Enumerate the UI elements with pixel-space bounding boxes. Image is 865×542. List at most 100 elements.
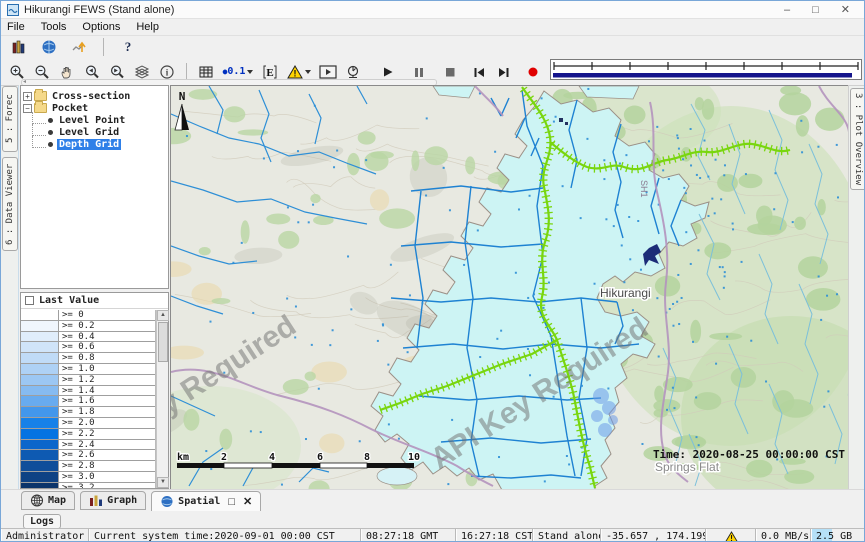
- legend-row[interactable]: >= 1.4: [21, 386, 155, 397]
- layer-tree: + Cross-section − Pocket Level Point: [20, 85, 169, 289]
- legend-label: >= 1.0: [59, 364, 155, 374]
- tab-map[interactable]: Map: [21, 491, 75, 510]
- legend-row[interactable]: >= 1.2: [21, 375, 155, 386]
- legend-row[interactable]: >= 2.4: [21, 440, 155, 451]
- close-button[interactable]: ✕: [841, 2, 850, 18]
- status-warning-cell[interactable]: !: [706, 529, 756, 542]
- profile-chart-icon[interactable]: [69, 37, 89, 57]
- legend-row[interactable]: >= 0: [21, 310, 155, 321]
- legend-label: >= 1.2: [59, 375, 155, 385]
- tab-forecasts[interactable]: 5 : Forec: [2, 86, 18, 152]
- legend-row[interactable]: >= 1.8: [21, 407, 155, 418]
- scrollbar-thumb[interactable]: [158, 322, 168, 362]
- north-label: N: [179, 90, 186, 103]
- legend-swatch: [21, 450, 59, 460]
- step-first-button[interactable]: [469, 62, 489, 82]
- legend-row[interactable]: >= 3.0: [21, 472, 155, 483]
- scroll-up-icon[interactable]: ▲: [157, 310, 169, 321]
- scroll-down-icon[interactable]: ▼: [157, 477, 169, 488]
- legend-swatch: [21, 483, 59, 488]
- tab-data-viewer[interactable]: 6 : Data Viewer: [2, 157, 18, 251]
- tree-item-cross-section[interactable]: + Cross-section: [23, 90, 166, 102]
- legend-row[interactable]: >= 0.6: [21, 342, 155, 353]
- legend-scrollbar[interactable]: ▲ ▼: [156, 310, 168, 488]
- legend-row[interactable]: >= 0.8: [21, 353, 155, 364]
- timeline-progress-bar: [553, 73, 852, 78]
- timeline-slider[interactable]: [550, 59, 862, 85]
- status-download-speed: 0.0 MB/s: [756, 529, 811, 542]
- legend-row[interactable]: >= 3.2: [21, 483, 155, 488]
- bullet-icon: [48, 118, 53, 123]
- step-last-button[interactable]: [494, 62, 514, 82]
- scale-tick: 6: [317, 452, 323, 463]
- maximize-button[interactable]: □: [812, 2, 819, 18]
- folder-icon: [34, 91, 47, 101]
- tree-label[interactable]: Level Grid: [57, 127, 121, 138]
- status-gmt-time: 08:27:18 GMT: [361, 529, 456, 542]
- close-tab-icon[interactable]: ✕: [243, 495, 252, 508]
- legend-row[interactable]: >= 2.0: [21, 418, 155, 429]
- menu-tools[interactable]: Tools: [41, 21, 67, 33]
- app-icon: [7, 4, 19, 16]
- warning-icon: !: [725, 531, 738, 542]
- tree-label[interactable]: Pocket: [50, 103, 90, 114]
- legend-row[interactable]: >= 0.4: [21, 332, 155, 343]
- legend-swatch: [21, 321, 59, 331]
- legend-row[interactable]: >= 2.2: [21, 429, 155, 440]
- legend-swatch: [21, 461, 59, 471]
- legend-swatch: [21, 386, 59, 396]
- last-value-label: Last Value: [39, 295, 99, 306]
- legend-label: >= 1.8: [59, 407, 155, 417]
- legend-label: >= 0.6: [59, 342, 155, 352]
- status-system-time: Current system time:2020-09-01 00:00 CST: [89, 529, 361, 542]
- map-globe-icon[interactable]: [39, 37, 59, 57]
- tab-plot-overview[interactable]: 3 : Plot Overview: [850, 88, 865, 190]
- collapse-icon[interactable]: −: [23, 104, 32, 113]
- main-area: 5 : Forec 6 : Data Viewer + Cross-sectio…: [1, 85, 865, 489]
- tree-label[interactable]: Cross-section: [50, 91, 132, 102]
- menu-help[interactable]: Help: [136, 21, 159, 33]
- tab-graph[interactable]: Graph: [80, 491, 146, 510]
- last-value-checkbox[interactable]: [25, 296, 34, 305]
- tree-label[interactable]: Level Point: [57, 115, 127, 126]
- scale-tick: 8: [364, 452, 370, 463]
- bottom-tab-bar: Map Graph Spatial □ ✕: [1, 489, 865, 511]
- svg-text:!: !: [294, 68, 297, 78]
- status-coordinates: -35.657 , 174.199: [601, 529, 706, 542]
- legend-label: >= 3.0: [59, 472, 155, 482]
- legend-swatch: [21, 440, 59, 450]
- legend-row[interactable]: >= 2.6: [21, 450, 155, 461]
- legend-row[interactable]: >= 0.2: [21, 321, 155, 332]
- logs-button[interactable]: Logs: [23, 514, 61, 529]
- menu-file[interactable]: File: [7, 21, 25, 33]
- legend-row[interactable]: >= 1.0: [21, 364, 155, 375]
- record-button[interactable]: [523, 62, 543, 82]
- map-canvas[interactable]: API Key Required API Key Required Hikura…: [170, 85, 848, 489]
- chevron-down-icon: [305, 70, 311, 74]
- tree-item-pocket[interactable]: − Pocket: [23, 102, 166, 114]
- contour-value-label: 0.1: [227, 66, 245, 77]
- stop-button[interactable]: [440, 62, 460, 82]
- menu-options[interactable]: Options: [82, 21, 120, 33]
- legend-label: >= 0.2: [59, 321, 155, 331]
- tree-label-selected[interactable]: Depth Grid: [57, 139, 121, 150]
- expand-icon[interactable]: +: [23, 92, 32, 101]
- scale-tick: 2: [221, 452, 227, 463]
- right-dock-strip: 3 : Plot Overview: [848, 85, 865, 489]
- legend-row[interactable]: >= 1.6: [21, 396, 155, 407]
- database-icon[interactable]: [9, 37, 29, 57]
- app-window: Hikurangi FEWS (Stand alone) – □ ✕ File …: [0, 0, 865, 542]
- tree-item-depth-grid[interactable]: Depth Grid: [23, 138, 166, 150]
- help-icon[interactable]: ?: [118, 37, 138, 57]
- title-bar: Hikurangi FEWS (Stand alone) – □ ✕: [1, 1, 864, 19]
- legend-swatch: [21, 407, 59, 417]
- legend-row[interactable]: >= 2.8: [21, 461, 155, 472]
- tree-connector: [32, 124, 46, 136]
- legend-label: >= 3.2: [59, 483, 155, 488]
- minimize-button[interactable]: –: [784, 2, 790, 18]
- svg-text:!: !: [729, 534, 734, 542]
- status-user: Administrator: [1, 529, 89, 542]
- tab-spatial[interactable]: Spatial □ ✕: [151, 491, 261, 512]
- bullet-icon: [48, 130, 53, 135]
- maximize-tab-icon[interactable]: □: [228, 496, 235, 508]
